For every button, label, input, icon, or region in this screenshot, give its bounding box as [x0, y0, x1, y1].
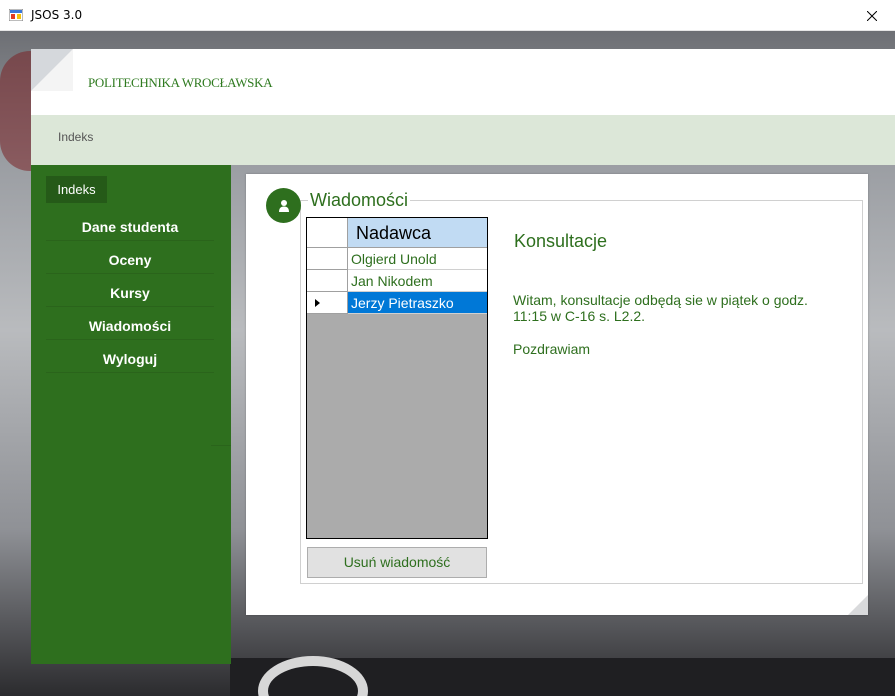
column-header-sender[interactable]: Nadawca: [348, 218, 487, 248]
user-icon: [266, 188, 301, 223]
sender-cell[interactable]: Jerzy Pietraszko: [348, 292, 487, 314]
sidebar-item-oceny[interactable]: Oceny: [46, 247, 214, 274]
sender-grid[interactable]: Nadawca Olgierd Unold Jan Nikodem Jerzy …: [306, 217, 488, 539]
panel-corner-fold: [848, 595, 868, 615]
table-row[interactable]: Jan Nikodem: [307, 270, 487, 292]
sidebar-item-kursy[interactable]: Kursy: [46, 280, 214, 307]
header: POLITECHNIKA WROCŁAWSKA: [31, 49, 895, 115]
breadcrumb: Indeks: [31, 115, 895, 165]
sidebar-item-wiadomosci[interactable]: Wiadomości: [46, 313, 214, 340]
page-fold: [31, 49, 73, 91]
university-logo: POLITECHNIKA WROCŁAWSKA: [88, 75, 273, 90]
sender-cell[interactable]: Olgierd Unold: [348, 248, 487, 270]
grid-corner-header: [307, 218, 348, 248]
window-title: JSOS 3.0: [31, 8, 83, 22]
close-icon: [867, 10, 877, 21]
sender-cell[interactable]: Jan Nikodem: [348, 270, 487, 292]
close-button[interactable]: [849, 0, 895, 31]
sidebar-item-dane-studenta[interactable]: Dane studenta: [46, 214, 214, 241]
sidebar-item-indeks[interactable]: Indeks: [46, 176, 107, 203]
delete-message-button[interactable]: Usuń wiadomość: [307, 547, 487, 578]
message-body: Witam, konsultacje odbędą sie w piątek o…: [513, 292, 808, 324]
messages-title: Wiadomości: [308, 190, 411, 211]
row-pointer-icon[interactable]: [307, 292, 348, 314]
breadcrumb-label: Indeks: [58, 130, 94, 144]
app-icon: [9, 9, 23, 21]
row-header[interactable]: [307, 270, 348, 292]
sidebar-item-wyloguj[interactable]: Wyloguj: [46, 346, 214, 373]
table-row[interactable]: Olgierd Unold: [307, 248, 487, 270]
message-closing: Pozdrawiam: [513, 341, 591, 357]
title-bar: JSOS 3.0: [0, 0, 895, 31]
message-subject: Konsultacje: [514, 231, 608, 251]
table-row-selected[interactable]: Jerzy Pietraszko: [307, 292, 487, 314]
sidebar-divider: [211, 445, 231, 446]
sidebar: Indeks Dane studenta Oceny Kursy Wiadomo…: [31, 165, 231, 664]
row-header[interactable]: [307, 248, 348, 270]
